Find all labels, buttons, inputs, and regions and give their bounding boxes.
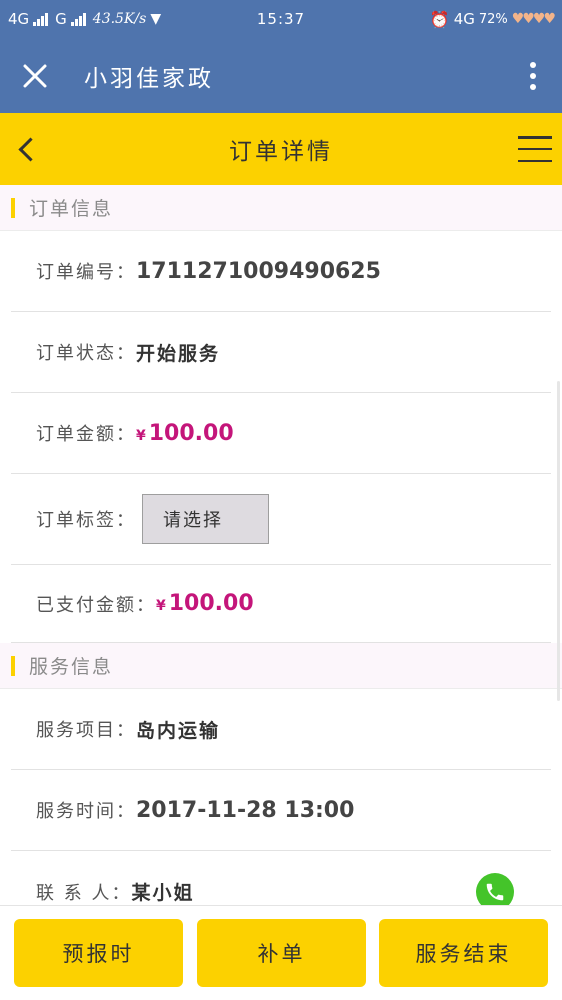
paid-amount-label: 已支付金额： bbox=[36, 594, 156, 616]
order-status-row: 订单状态： 开始服务 bbox=[11, 312, 551, 393]
contact-value: 某小姐 bbox=[131, 882, 195, 904]
status-bar: 4G G 43.5K/s ▼ 15:37 ⏰ 4G 72% ♥♥♥♥ bbox=[0, 0, 562, 38]
page-header: 订单详情 bbox=[0, 113, 562, 185]
service-item-row: 服务项目： 岛内运输 bbox=[11, 689, 551, 770]
alarm-icon: ⏰ bbox=[429, 9, 450, 29]
network-label-1: 4G bbox=[8, 10, 30, 28]
currency-symbol: ¥ bbox=[156, 598, 166, 614]
wifi-icon: ▼ bbox=[150, 11, 162, 27]
service-item-label: 服务项目： bbox=[36, 720, 136, 741]
order-amount-label: 订单金额： bbox=[36, 424, 136, 445]
call-button[interactable] bbox=[476, 873, 514, 905]
app-bar: 小羽佳家政 bbox=[0, 38, 562, 113]
order-status-value: 开始服务 bbox=[136, 342, 221, 365]
menu-icon bbox=[518, 136, 552, 139]
bottom-action-bar: 预报时 补单 服务结束 bbox=[0, 905, 562, 1000]
service-item-value: 岛内运输 bbox=[136, 719, 221, 742]
order-info-section-header: 订单信息 bbox=[0, 185, 562, 231]
order-detail-content[interactable]: 订单信息 订单编号： 1711271009490625 订单状态： 开始服务 订… bbox=[0, 185, 562, 905]
network-label-3: 4G bbox=[453, 10, 475, 28]
paid-amount-row: 已支付金额： ¥100.00 bbox=[11, 565, 551, 643]
scrollbar[interactable] bbox=[557, 381, 560, 701]
order-number-row: 订单编号： 1711271009490625 bbox=[11, 231, 551, 312]
order-number-label: 订单编号： bbox=[36, 262, 136, 283]
status-left: 4G G 43.5K/s ▼ bbox=[8, 10, 161, 28]
more-vertical-icon bbox=[530, 61, 536, 68]
more-button[interactable] bbox=[504, 38, 562, 113]
order-tag-select[interactable]: 请选择 bbox=[142, 494, 269, 544]
chevron-left-icon bbox=[17, 136, 43, 162]
supplement-order-button[interactable]: 补单 bbox=[197, 919, 366, 987]
contact-label: 联 系 人： bbox=[36, 882, 132, 904]
finish-service-button[interactable]: 服务结束 bbox=[379, 919, 548, 987]
battery-hearts-icon: ♥♥♥♥ bbox=[511, 11, 556, 27]
page-title: 订单详情 bbox=[229, 139, 333, 165]
section-accent-bar bbox=[11, 197, 15, 218]
network-label-2: G bbox=[55, 10, 67, 28]
report-time-button[interactable]: 预报时 bbox=[14, 919, 183, 987]
section-accent-bar bbox=[11, 655, 15, 676]
order-number-value: 1711271009490625 bbox=[136, 258, 381, 284]
battery-level: 72% bbox=[478, 11, 508, 27]
service-time-row: 服务时间： 2017-11-28 13:00 bbox=[11, 770, 551, 851]
status-right: ⏰ 4G 72% ♥♥♥♥ bbox=[429, 9, 556, 29]
close-icon bbox=[23, 64, 47, 87]
currency-symbol: ¥ bbox=[136, 427, 146, 444]
order-status-label: 订单状态： bbox=[36, 343, 136, 364]
order-amount-value: ¥100.00 bbox=[136, 421, 234, 446]
phone-icon bbox=[486, 883, 504, 901]
service-info-section-header: 服务信息 bbox=[0, 643, 562, 689]
order-tag-label: 订单标签： bbox=[36, 510, 136, 531]
order-info-section-title: 订单信息 bbox=[29, 198, 114, 220]
signal-icon bbox=[33, 12, 49, 26]
order-amount-row: 订单金额： ¥100.00 bbox=[11, 393, 551, 474]
close-button[interactable] bbox=[0, 38, 70, 113]
back-button[interactable] bbox=[6, 127, 46, 171]
network-speed: 43.5K/s bbox=[92, 11, 147, 27]
contact-row: 联 系 人： 某小姐 bbox=[11, 851, 551, 905]
order-tag-row: 订单标签： 请选择 bbox=[11, 474, 551, 565]
order-amount-number: 100.00 bbox=[148, 420, 234, 446]
service-info-section-title: 服务信息 bbox=[29, 656, 114, 678]
app-title: 小羽佳家政 bbox=[84, 65, 214, 92]
signal-icon-2 bbox=[70, 12, 86, 26]
paid-amount-number: 100.00 bbox=[168, 591, 254, 616]
service-time-label: 服务时间： bbox=[36, 801, 136, 822]
service-time-value: 2017-11-28 13:00 bbox=[136, 797, 355, 823]
menu-button[interactable] bbox=[518, 131, 552, 167]
paid-amount-value: ¥100.00 bbox=[156, 591, 254, 616]
